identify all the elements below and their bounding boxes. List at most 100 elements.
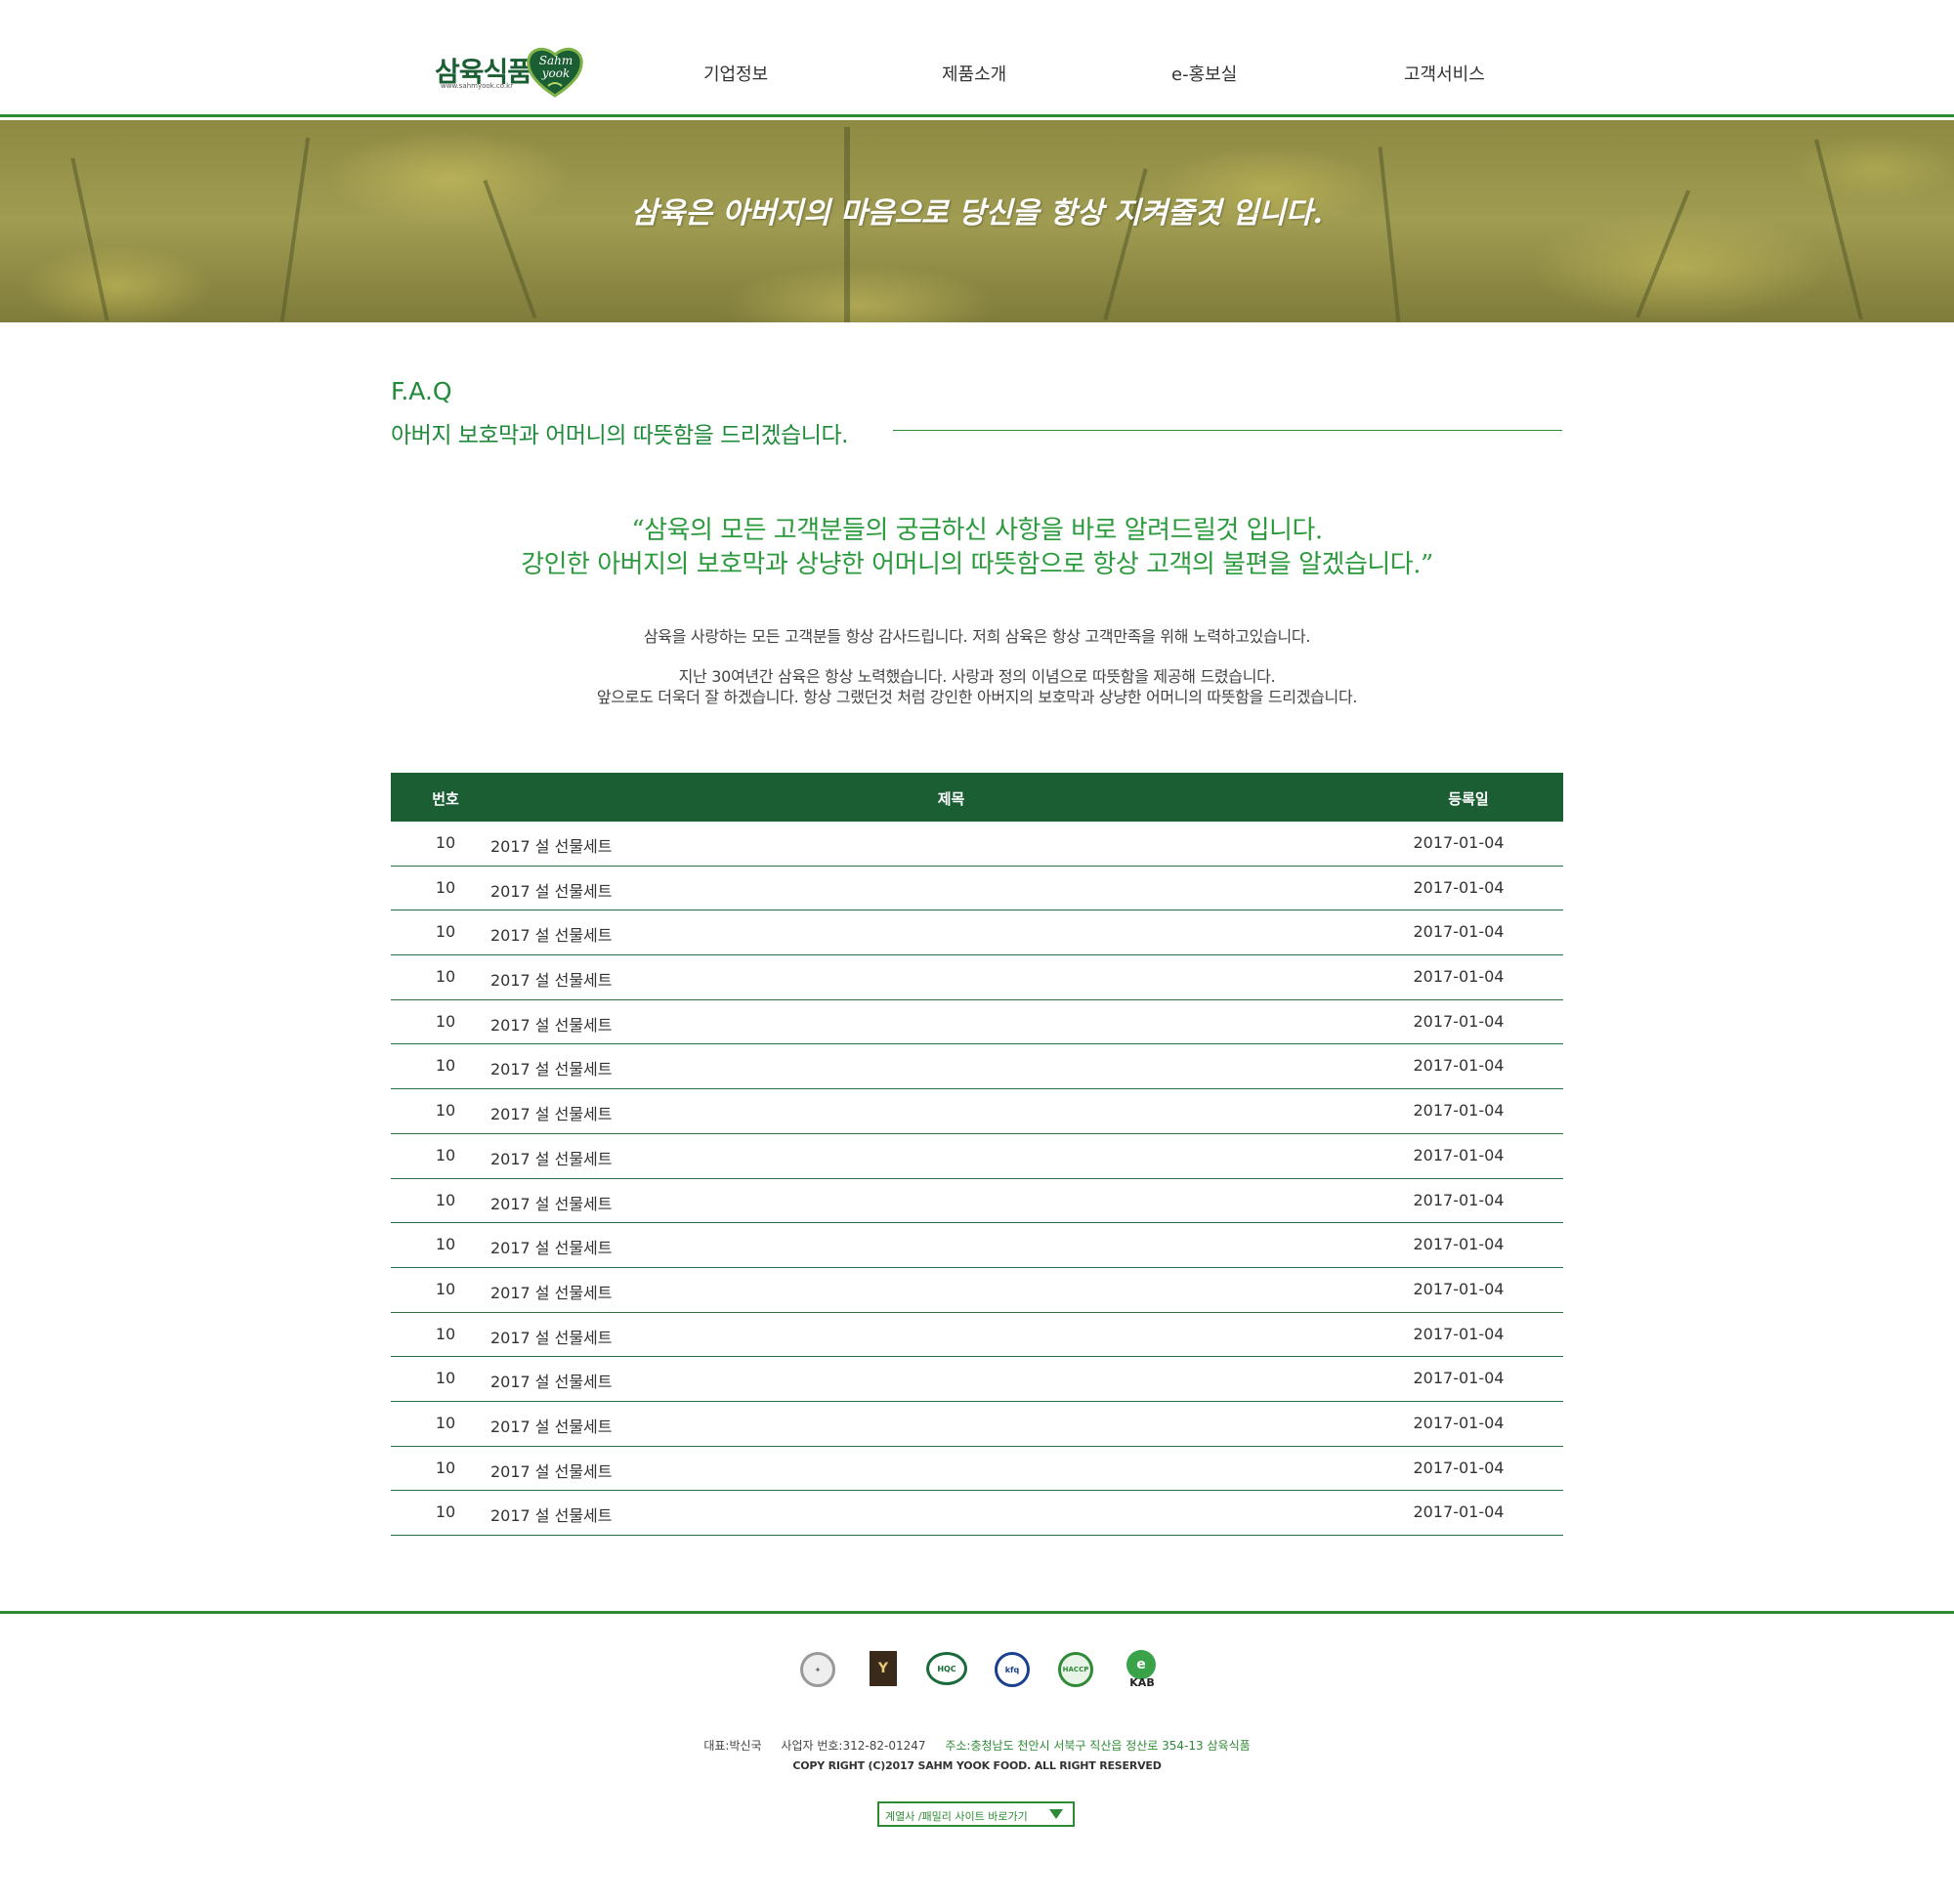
nav-e-pr-room[interactable]: e-홍보실 <box>1171 61 1237 86</box>
row-number: 10 <box>435 922 456 942</box>
row-date: 2017-01-04 <box>1413 1190 1505 1209</box>
row-number: 10 <box>435 877 456 897</box>
row-date: 2017-01-04 <box>1413 1413 1505 1432</box>
haccp-mark-icon: HACCP <box>1058 1652 1093 1687</box>
row-date: 2017-01-04 <box>1413 1279 1505 1298</box>
table-row[interactable]: 10 2017 설 선물세트 2017-01-04 <box>391 1000 1563 1045</box>
header-title: 제목 <box>937 790 965 808</box>
nav-company-info[interactable]: 기업정보 <box>703 61 768 86</box>
table-row[interactable]: 10 2017 설 선물세트 2017-01-04 <box>391 1044 1563 1090</box>
row-title: 2017 설 선물세트 <box>490 1461 613 1481</box>
table-row[interactable]: 10 2017 설 선물세트 2017-01-04 <box>391 1134 1563 1179</box>
chevron-down-icon <box>1049 1809 1063 1819</box>
row-title: 2017 설 선물세트 <box>490 1015 613 1035</box>
table-row[interactable]: 10 2017 설 선물세트 2017-01-04 <box>391 1268 1563 1313</box>
company-address: 주소:충청남도 천안시 서북구 직산읍 정산로 354-13 삼육식품 <box>945 1739 1251 1753</box>
table-row[interactable]: 10 2017 설 선물세트 2017-01-04 <box>391 1491 1563 1536</box>
row-number: 10 <box>435 1056 456 1076</box>
row-title: 2017 설 선물세트 <box>490 1328 613 1347</box>
table-body: 10 2017 설 선물세트 2017-01-04 10 2017 설 선물세트 2017… <box>391 822 1563 1536</box>
table-row[interactable]: 10 2017 설 선물세트 2017-01-04 <box>391 1223 1563 1268</box>
nav-products[interactable]: 제품소개 <box>942 61 1006 86</box>
row-title: 2017 설 선물세트 <box>490 1239 613 1258</box>
row-number: 10 <box>435 967 456 987</box>
row-date: 2017-01-04 <box>1413 1235 1505 1254</box>
site-header: 삼육식품 www.sahmyook.co.kr Sahm yook 기업정보 제… <box>0 0 1954 117</box>
certification-seal-icon: ✦ <box>800 1652 835 1687</box>
row-date: 2017-01-04 <box>1413 1056 1505 1076</box>
row-date: 2017-01-04 <box>1413 1369 1505 1388</box>
row-date: 2017-01-04 <box>1413 877 1505 897</box>
brand-emblem-text: Sahm yook <box>538 54 573 80</box>
intro-line-1: 삼육을 사랑하는 모든 고객분들 항상 감사드립니다. 저희 삼육은 항상 고객… <box>643 627 1311 646</box>
row-title: 2017 설 선물세트 <box>490 1373 613 1392</box>
table-row[interactable]: 10 2017 설 선물세트 2017-01-04 <box>391 1179 1563 1224</box>
row-number: 10 <box>435 1190 456 1209</box>
family-site-label: 계열사 /패밀리 사이트 바로가기 <box>885 1810 1028 1823</box>
row-number: 10 <box>435 1101 456 1121</box>
table-row[interactable]: 10 2017 설 선물세트 2017-01-04 <box>391 910 1563 956</box>
table-row[interactable]: 10 2017 설 선물세트 2017-01-04 <box>391 1402 1563 1447</box>
nav-customer-service[interactable]: 고객서비스 <box>1404 61 1485 86</box>
row-number: 10 <box>435 1279 456 1298</box>
row-number: 10 <box>435 833 456 852</box>
row-title: 2017 설 선물세트 <box>490 1417 613 1436</box>
row-title: 2017 설 선물세트 <box>490 971 613 991</box>
title-divider <box>893 430 1562 431</box>
quote-line-1: “삼육의 모든 고객분들의 궁금하신 사항을 바로 알려드릴것 입니다. <box>631 516 1323 545</box>
row-title: 2017 설 선물세트 <box>490 1149 613 1168</box>
kfq-mark-icon: kfq <box>995 1652 1030 1687</box>
ceo-name: 대표:박신국 <box>703 1739 762 1753</box>
company-info: 대표:박신국 사업자 번호:312-82-01247 주소:충청남도 천안시 서… <box>0 1737 1954 1754</box>
row-title: 2017 설 선물세트 <box>490 881 613 901</box>
banner-slogan: 삼육은 아버지의 마음으로 당신을 항상 지켜줄것 입니다. <box>631 196 1323 231</box>
copyright: COPY RIGHT (C)2017 SAHM YOOK FOOD. ALL R… <box>792 1759 1162 1772</box>
row-number: 10 <box>435 1369 456 1388</box>
page-subtitle: 아버지 보호막과 어머니의 따뜻함을 드리겠습니다. <box>391 423 848 448</box>
row-number: 10 <box>435 1413 456 1432</box>
table-row[interactable]: 10 2017 설 선물세트 2017-01-04 <box>391 1357 1563 1402</box>
row-date: 2017-01-04 <box>1413 922 1505 942</box>
brand-logo[interactable]: 삼육식품 www.sahmyook.co.kr Sahm yook <box>435 45 587 104</box>
row-date: 2017-01-04 <box>1413 1458 1505 1477</box>
table-row[interactable]: 10 2017 설 선물세트 2017-01-04 <box>391 955 1563 1000</box>
row-title: 2017 설 선물세트 <box>490 1194 613 1213</box>
row-title: 2017 설 선물세트 <box>490 837 613 856</box>
header-date: 등록일 <box>1448 790 1489 808</box>
row-number: 10 <box>435 1502 456 1522</box>
row-date: 2017-01-04 <box>1413 1502 1505 1522</box>
page-title: F.A.Q <box>391 377 452 405</box>
row-date: 2017-01-04 <box>1413 1011 1505 1031</box>
hero-banner: 삼육은 아버지의 마음으로 당신을 항상 지켜줄것 입니다. <box>0 120 1954 322</box>
table-row[interactable]: 10 2017 설 선물세트 2017-01-04 <box>391 822 1563 867</box>
row-title: 2017 설 선물세트 <box>490 1506 613 1526</box>
intro-line-3: 앞으로도 더욱더 잘 하겠습니다. 항상 그랬던것 처럼 강인한 아버지의 보호… <box>596 688 1358 706</box>
table-row[interactable]: 10 2017 설 선물세트 2017-01-04 <box>391 1313 1563 1358</box>
flower-stem-decoration <box>1378 147 1401 322</box>
row-title: 2017 설 선물세트 <box>490 1105 613 1124</box>
table-row[interactable]: 10 2017 설 선물세트 2017-01-04 <box>391 1447 1563 1492</box>
table-row[interactable]: 10 2017 설 선물세트 2017-01-04 <box>391 1089 1563 1134</box>
row-number: 10 <box>435 1011 456 1031</box>
row-title: 2017 설 선물세트 <box>490 926 613 946</box>
row-number: 10 <box>435 1324 456 1343</box>
row-date: 2017-01-04 <box>1413 1145 1505 1164</box>
row-date: 2017-01-04 <box>1413 967 1505 987</box>
brand-award-icon: Y <box>870 1651 897 1686</box>
row-date: 2017-01-04 <box>1413 833 1505 852</box>
kab-mark-icon: e <box>1126 1650 1156 1679</box>
footer-divider <box>0 1611 1954 1614</box>
faq-table: 번호 제목 등록일 10 2017 설 선물세트 2017-01-04 10 2017 … <box>391 773 1563 1536</box>
row-date: 2017-01-04 <box>1413 1324 1505 1343</box>
row-title: 2017 설 선물세트 <box>490 1283 613 1302</box>
flower-stem-decoration <box>70 157 109 321</box>
brand-url: www.sahmyook.co.kr <box>441 82 514 90</box>
table-row[interactable]: 10 2017 설 선물세트 2017-01-04 <box>391 867 1563 911</box>
row-number: 10 <box>435 1235 456 1254</box>
quote-line-2: 강인한 아버지의 보호막과 상냥한 어머니의 따뜻함으로 항상 고객의 불편을 … <box>521 550 1433 579</box>
family-site-select[interactable]: 계열사 /패밀리 사이트 바로가기 <box>877 1801 1075 1827</box>
table-header: 번호 제목 등록일 <box>391 773 1563 822</box>
kab-label: KAB <box>1129 1676 1155 1689</box>
row-number: 10 <box>435 1145 456 1164</box>
row-number: 10 <box>435 1458 456 1477</box>
